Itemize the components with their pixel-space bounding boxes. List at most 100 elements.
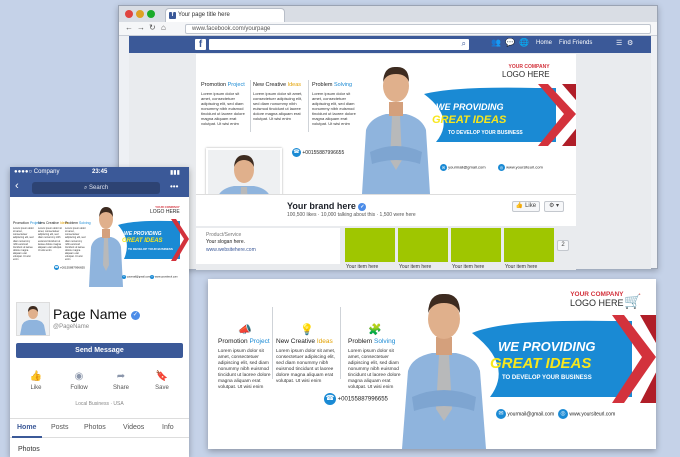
home-icon[interactable]: ⌂ bbox=[161, 23, 166, 32]
verified-icon: ✓ bbox=[130, 310, 140, 320]
mobile-search-input[interactable]: ⌕ Search bbox=[32, 182, 160, 194]
mobile-like-action[interactable]: 👍 Like bbox=[21, 371, 51, 391]
facebook-search-input[interactable]: ⌕ bbox=[209, 39, 469, 50]
friends-icon[interactable]: 👥 bbox=[491, 38, 501, 47]
col-body-text: Lorem ipsum dolor sit amet, consectetuer… bbox=[253, 91, 303, 121]
item-thumbnail[interactable] bbox=[398, 228, 448, 262]
more-count: 2 bbox=[561, 242, 565, 248]
cover-column-promotion: 📣 Promotion Project Lorem ipsum dolor si… bbox=[218, 323, 272, 391]
back-chevron-icon[interactable]: ‹ bbox=[15, 180, 19, 192]
logo-line-2: LOGO HERE bbox=[502, 70, 550, 79]
col-heading-a: New Creative bbox=[276, 338, 316, 345]
gear-icon[interactable]: ⚙ bbox=[627, 39, 633, 47]
col-heading-a: Problem bbox=[65, 221, 79, 225]
logo-line-2: LOGO HERE bbox=[150, 209, 180, 215]
contact-email: ✉ yourmail@gmail.com bbox=[122, 275, 150, 279]
col-body-text: Lorem ipsum dolor sit amet, consectetuer… bbox=[276, 349, 336, 384]
tab-posts[interactable]: Posts bbox=[51, 424, 69, 431]
column-divider bbox=[272, 307, 273, 379]
action-label: Share bbox=[112, 385, 129, 391]
like-button[interactable]: 👍 Like bbox=[512, 201, 540, 212]
privacy-icon[interactable]: ☰ bbox=[616, 39, 622, 47]
item-label: Your item here bbox=[346, 264, 379, 270]
item-thumbnail[interactable] bbox=[451, 228, 501, 262]
col-body-text: Lorem ipsum dolor sit amet, consectetuer… bbox=[348, 349, 401, 390]
web-text: www.yoursiteurl.com bbox=[569, 411, 616, 418]
tab-info[interactable]: Info bbox=[162, 424, 174, 431]
maximize-window-icon[interactable] bbox=[147, 10, 155, 18]
col-heading-a: New Creative bbox=[38, 221, 60, 225]
page-brand-name[interactable]: Your brand here ✓ bbox=[287, 201, 367, 211]
status-bar: ●●●●○ Company 23:45 ▮▮▮ bbox=[10, 167, 189, 178]
browser-nav-bar: ← → ↻ ⌂ www.facebook.com/yourpage bbox=[119, 22, 657, 36]
minimize-window-icon[interactable] bbox=[136, 10, 144, 18]
col-heading-b: Project bbox=[227, 82, 245, 88]
mobile-save-action[interactable]: 🔖 Save bbox=[147, 371, 177, 391]
browser-tab[interactable]: f Your page title here bbox=[165, 8, 285, 22]
website-link[interactable]: www.websitehere.com bbox=[206, 247, 256, 253]
contact-phone: ☎ +00155887996655 bbox=[292, 148, 344, 157]
cover-column-ideas: New Creative Ideas Lorem ipsum dolor sit… bbox=[38, 221, 69, 252]
tab-photos[interactable]: Photos bbox=[84, 424, 106, 431]
send-message-button[interactable]: Send Message bbox=[16, 343, 183, 358]
col-heading-b: Ideas bbox=[316, 338, 333, 345]
headline-line-3: TO DEVELOP YOUR BUSINESS bbox=[448, 130, 523, 136]
mobile-profile-picture[interactable] bbox=[16, 302, 50, 336]
reload-icon[interactable]: ↻ bbox=[149, 23, 156, 32]
col-heading-a: Promotion bbox=[201, 82, 227, 88]
tab-videos[interactable]: Videos bbox=[123, 424, 144, 431]
back-arrow-icon[interactable]: ← bbox=[125, 23, 133, 32]
facebook-logo-icon[interactable]: f bbox=[195, 39, 206, 50]
phone-icon: ☎ bbox=[292, 148, 301, 157]
chevron-down-icon: ▾ bbox=[556, 203, 560, 209]
nav-home-link[interactable]: Home bbox=[536, 40, 552, 46]
mobile-follow-action[interactable]: ◉ Follow bbox=[64, 371, 94, 391]
more-options-button[interactable]: ⚙ ▾ bbox=[544, 201, 564, 212]
headline-line-1: WE PROVIDING bbox=[498, 339, 596, 354]
item-thumbnail[interactable] bbox=[504, 228, 554, 262]
item-label: Your item here bbox=[452, 264, 485, 270]
brand-text: Your brand here bbox=[287, 201, 356, 211]
messages-icon[interactable]: 💬 bbox=[505, 38, 515, 47]
contact-web: ◎ www.yoursiteurl.com bbox=[558, 409, 615, 419]
cover-column-problem: Problem Solving Lorem ipsum dolor sit am… bbox=[312, 82, 360, 126]
search-icon: ⌕ bbox=[461, 39, 466, 48]
notifications-icon[interactable]: 🌐 bbox=[519, 38, 529, 47]
forward-arrow-icon[interactable]: → bbox=[137, 23, 145, 32]
tab-title: Your page title here bbox=[178, 12, 230, 18]
time-text: 23:45 bbox=[92, 169, 108, 175]
page-name-text: Page Name bbox=[53, 306, 127, 322]
profile-person-image bbox=[17, 303, 49, 335]
active-tab-indicator bbox=[12, 436, 42, 438]
search-icon: ⌕ bbox=[83, 185, 88, 191]
thumbs-up-icon: 👍 bbox=[29, 371, 43, 382]
mobile-share-action[interactable]: ➦ Share bbox=[106, 371, 136, 391]
phone-text: +00155887996655 bbox=[302, 149, 345, 156]
businessman-photo bbox=[362, 66, 430, 194]
thumbs-up-icon: 👍 bbox=[515, 203, 524, 209]
mobile-category: Local Business · USA bbox=[75, 401, 124, 407]
search-placeholder: Search bbox=[89, 185, 109, 191]
close-window-icon[interactable] bbox=[125, 10, 133, 18]
contact-email: ✉ yourmail@gmail.com bbox=[440, 164, 486, 171]
businessman-photo bbox=[402, 293, 486, 449]
item-thumbnail[interactable] bbox=[345, 228, 395, 262]
col-heading-b: Ideas bbox=[287, 82, 302, 88]
page-stats: 100,500 likes · 10,000 talking about thi… bbox=[287, 212, 416, 218]
nav-find-friends-link[interactable]: Find Friends bbox=[559, 40, 592, 46]
address-bar[interactable]: www.facebook.com/yourpage bbox=[185, 24, 651, 34]
more-items-button[interactable]: 2 bbox=[557, 240, 569, 251]
col-heading-a: New Creative bbox=[253, 82, 287, 88]
mail-icon: ✉ bbox=[440, 164, 447, 171]
more-dots-icon[interactable]: ••• bbox=[170, 182, 178, 191]
email-text: yourmail@gmail.com bbox=[507, 411, 555, 418]
browser-tab-bar: f Your page title here bbox=[119, 6, 657, 22]
logo-line-2: LOGO HERE bbox=[570, 298, 624, 308]
mail-icon: ✉ bbox=[122, 275, 126, 279]
column-divider bbox=[250, 80, 251, 132]
phone-text: +00155887996655 bbox=[337, 396, 388, 403]
tab-home[interactable]: Home bbox=[17, 424, 36, 431]
puzzle-icon: 🧩 bbox=[368, 324, 382, 336]
mobile-tab-bar: Home Posts Photos Videos Info bbox=[10, 418, 189, 438]
mobile-cover-photo: Promotion Project Lorem ipsum dolor sit … bbox=[10, 199, 189, 287]
